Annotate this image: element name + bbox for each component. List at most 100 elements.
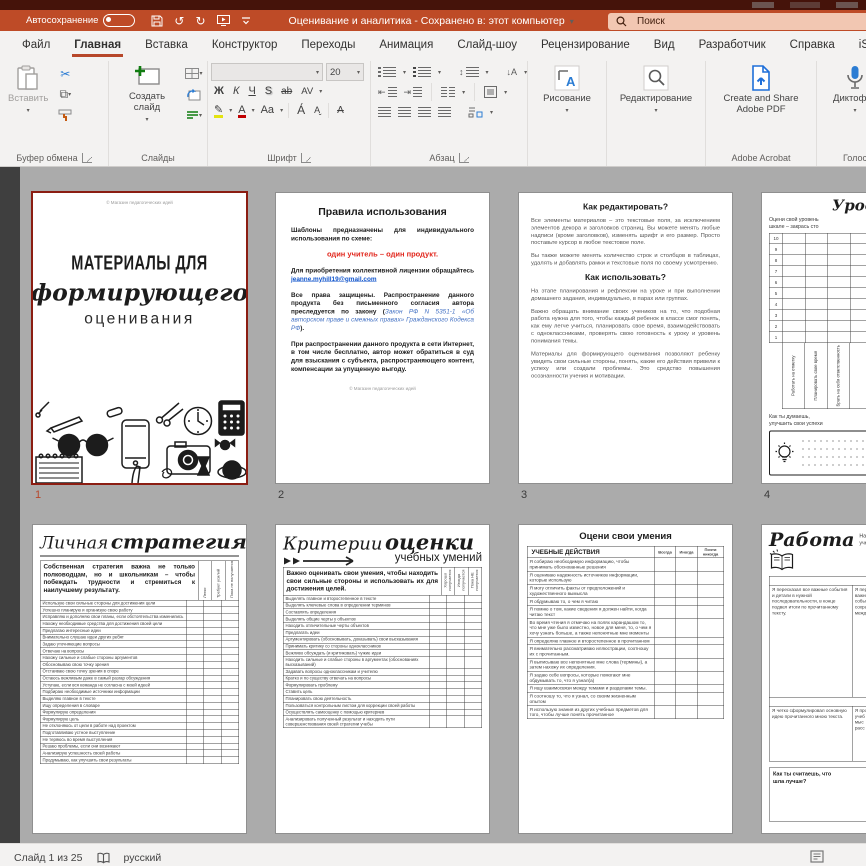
slide-thumbnail-8[interactable]: Работа Напиши ученико Пересказ Я переска… bbox=[762, 525, 866, 833]
align-center-icon[interactable] bbox=[398, 107, 411, 118]
font-size-combobox[interactable]: 20▾ bbox=[326, 63, 364, 81]
customize-qat-icon[interactable] bbox=[241, 16, 251, 25]
slide-number-1: 1 bbox=[35, 489, 41, 501]
tab-design[interactable]: Конструктор bbox=[200, 34, 290, 58]
slide-number-4: 4 bbox=[764, 489, 770, 501]
font-name-combobox[interactable]: ▾ bbox=[211, 63, 323, 81]
slide-thumbnail-5[interactable]: Личная стратегия Собственная стратегия в… bbox=[33, 525, 246, 833]
start-slideshow-icon[interactable] bbox=[217, 15, 230, 26]
format-painter-icon[interactable] bbox=[55, 106, 75, 125]
bullets-icon[interactable] bbox=[378, 67, 396, 78]
table-row: Я определяю главное и второстепенное в п… bbox=[527, 637, 724, 645]
copy-icon[interactable]: ⧉▾ bbox=[55, 85, 75, 104]
top-window-strip bbox=[0, 0, 866, 10]
tab-transitions[interactable]: Переходы bbox=[289, 34, 367, 58]
slide-thumbnail-3[interactable]: Как редактировать? Все элементы материал… bbox=[519, 193, 732, 483]
group-label-clipboard: Буфер обмена bbox=[16, 153, 77, 163]
redo-icon[interactable]: ↻ bbox=[195, 15, 205, 27]
slide-layout-icon[interactable]: ▾ bbox=[184, 64, 204, 83]
table-row: Отстаиваю свою точку зрения в споре bbox=[40, 668, 239, 675]
table-row: Использую свои сильные стороны для дости… bbox=[40, 600, 239, 607]
table-row: Анализировать полученный результат и нах… bbox=[283, 716, 482, 728]
clipboard-dialog-launcher[interactable] bbox=[82, 153, 92, 163]
font-color-button[interactable]: А bbox=[235, 102, 248, 119]
autosave-toggle[interactable] bbox=[103, 14, 135, 27]
tab-slideshow[interactable]: Слайд-шоу bbox=[445, 34, 529, 58]
slide-thumbnail-2[interactable]: Правила использования Шаблоны предназнач… bbox=[276, 193, 489, 483]
tab-view[interactable]: Вид bbox=[642, 34, 687, 58]
slide4-title: Уровень bbox=[769, 197, 866, 215]
new-slide-button[interactable]: Создать слайд▾ bbox=[112, 62, 182, 127]
text-shadow-button[interactable]: S bbox=[262, 83, 275, 100]
tab-ispring[interactable]: iSpring bbox=[847, 34, 866, 58]
search-box[interactable] bbox=[608, 13, 866, 30]
tab-developer[interactable]: Разработчик bbox=[687, 34, 778, 58]
table-row: Нахожу необходимые средства для достижен… bbox=[40, 621, 239, 628]
slide5-header: Собственная стратегия важна не только по… bbox=[40, 561, 239, 600]
left-edge-strip bbox=[0, 167, 20, 843]
slide2-paragraph: Шаблоны предназначены для индивидуальног… bbox=[291, 226, 474, 243]
table-row: Остаюсь вежливым даже в самый разгар обс… bbox=[40, 675, 239, 682]
slide-thumbnail-1[interactable]: © Магазин педагогических идей МАТЕРИАЛЫ … bbox=[33, 193, 246, 483]
slide-thumbnail-6[interactable]: Критерии оценки учебных умений Важно оце… bbox=[276, 525, 489, 833]
underline-button[interactable]: Ч bbox=[245, 83, 258, 100]
clear-formatting-button[interactable]: А bbox=[334, 102, 347, 119]
tab-animations[interactable]: Анимация bbox=[367, 34, 445, 58]
language-indicator[interactable]: русский bbox=[124, 852, 162, 864]
grow-font-button[interactable]: А́ bbox=[294, 102, 308, 119]
slide-thumbnail-4[interactable]: Уровень Оцени свой уровеньшкале – закрас… bbox=[762, 193, 866, 483]
quick-access-toolbar: ↺ ↻ bbox=[151, 15, 250, 27]
change-case-button[interactable]: Aa bbox=[258, 102, 277, 119]
line-spacing-icon[interactable]: ↕ bbox=[459, 67, 479, 78]
notes-icon[interactable] bbox=[810, 850, 824, 863]
italic-button[interactable]: К bbox=[230, 83, 242, 100]
adobe-pdf-icon bbox=[750, 65, 772, 91]
tab-home[interactable]: Главная bbox=[62, 34, 133, 58]
tab-insert[interactable]: Вставка bbox=[133, 34, 200, 58]
shrink-font-button[interactable]: А̬ bbox=[311, 102, 323, 119]
undo-icon[interactable]: ↺ bbox=[174, 15, 184, 27]
save-icon[interactable] bbox=[151, 15, 163, 27]
bold-button[interactable]: Ж bbox=[211, 83, 227, 100]
paragraph-dialog-launcher[interactable] bbox=[459, 153, 469, 163]
align-right-icon[interactable] bbox=[418, 107, 431, 118]
font-dialog-launcher[interactable] bbox=[301, 153, 311, 163]
slide-thumbnail-7[interactable]: Оцени свои умения УЧЕБНЫЕ ДЕЙСТВИЯ Всегд… bbox=[519, 525, 732, 833]
slide2-paragraph: При распространении данного продукта в с… bbox=[291, 340, 474, 373]
paste-button[interactable]: Вставить▾ bbox=[3, 62, 53, 118]
table-row: Я задаю себе вопросы, которые помогают м… bbox=[527, 671, 724, 684]
decrease-indent-icon[interactable]: ⇤ bbox=[378, 87, 397, 98]
create-adobe-pdf-button[interactable]: Create and Share Adobe PDF bbox=[709, 62, 813, 119]
align-left-icon[interactable] bbox=[378, 107, 391, 118]
smartart-convert-icon[interactable] bbox=[468, 106, 483, 118]
tab-help[interactable]: Справка bbox=[778, 34, 847, 58]
reset-slide-icon[interactable] bbox=[184, 85, 204, 104]
dictaphone-button[interactable]: Диктофон▾ bbox=[828, 62, 866, 118]
text-highlight-icon[interactable]: ✎ bbox=[211, 102, 226, 119]
slide-number-2: 2 bbox=[278, 489, 284, 501]
slide1-title-line3: оценивания bbox=[84, 310, 194, 328]
drawing-button[interactable]: A Рисование▾ bbox=[538, 62, 596, 118]
strikethrough-button[interactable]: ab bbox=[278, 83, 295, 100]
tab-review[interactable]: Рецензирование bbox=[529, 34, 642, 58]
autosave-control[interactable]: Автосохранение bbox=[26, 14, 135, 27]
justify-icon[interactable] bbox=[438, 107, 451, 118]
align-text-icon[interactable] bbox=[484, 86, 497, 98]
slide-counter[interactable]: Слайд 1 из 25 bbox=[14, 852, 83, 864]
cut-icon[interactable]: ✂ bbox=[55, 64, 75, 83]
numbering-icon[interactable] bbox=[413, 67, 431, 78]
lightbulb-icon bbox=[775, 441, 794, 464]
columns-icon[interactable] bbox=[441, 87, 455, 98]
background-window-fragment bbox=[790, 2, 820, 8]
section-icon[interactable]: ▾ bbox=[184, 106, 204, 125]
license-email-link[interactable]: jeanne.myhill19@gmail.com bbox=[291, 275, 377, 283]
text-direction-icon[interactable]: ↓A bbox=[507, 68, 518, 77]
tab-file[interactable]: Файл bbox=[10, 34, 62, 58]
increase-indent-icon[interactable]: ⇥ bbox=[404, 87, 423, 98]
character-spacing-button[interactable]: AV bbox=[298, 83, 316, 100]
search-input[interactable] bbox=[635, 15, 819, 28]
table-row: Кратко и по существу отвечать на вопросы bbox=[283, 675, 482, 682]
spellcheck-icon[interactable] bbox=[97, 852, 110, 864]
editing-button[interactable]: Редактирование▾ bbox=[615, 62, 697, 118]
table-row: Формулировать проблему bbox=[283, 682, 482, 689]
